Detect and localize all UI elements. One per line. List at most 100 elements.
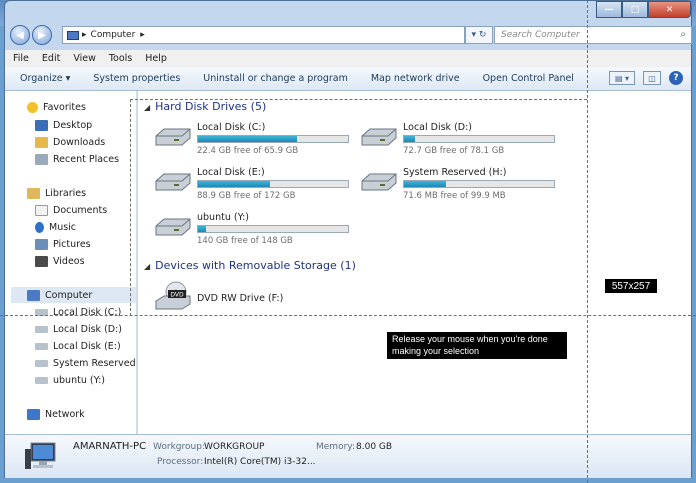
tooltip-line-2: making your selection xyxy=(392,346,480,356)
pictures-icon xyxy=(35,239,48,250)
drive-name: System Reserved (H:) xyxy=(403,167,507,178)
downloads-icon xyxy=(35,137,48,148)
computer-icon xyxy=(67,30,79,40)
nav-downloads-label: Downloads xyxy=(53,137,106,148)
nav-libraries-label: Libraries xyxy=(45,188,87,199)
selection-hint-tooltip: Release your mouse when you're done maki… xyxy=(387,332,567,359)
nav-network-label: Network xyxy=(45,409,85,420)
system-properties-button[interactable]: System properties xyxy=(93,73,180,84)
nav-videos[interactable]: Videos xyxy=(35,256,85,267)
workgroup-label: Workgroup: xyxy=(153,442,205,452)
nav-local-d[interactable]: Local Disk (D:) xyxy=(35,324,122,335)
drive-icon xyxy=(35,360,48,367)
nav-pictures-label: Pictures xyxy=(53,239,91,250)
menu-edit[interactable]: Edit xyxy=(42,53,60,64)
search-input[interactable]: Search Computer ⌕ xyxy=(494,26,692,44)
nav-local-e[interactable]: Local Disk (E:) xyxy=(35,341,121,352)
drive-usage-fill xyxy=(198,181,270,187)
dvd-drive-tile[interactable]: DVD DVD RW Drive (F:) xyxy=(154,281,354,317)
hard-disk-drives-group[interactable]: ◢ Hard Disk Drives (5) xyxy=(144,100,266,113)
nav-recent-label: Recent Places xyxy=(53,154,120,165)
nav-music-label: Music xyxy=(49,222,77,233)
menu-view[interactable]: View xyxy=(73,53,96,64)
drive-icon xyxy=(35,377,48,384)
close-button[interactable]: ✕ xyxy=(648,1,691,18)
collapse-arrow-icon: ◢ xyxy=(144,103,151,112)
preview-pane-icon[interactable]: ◫ xyxy=(643,71,661,85)
libraries-icon xyxy=(27,188,40,199)
forward-button[interactable]: ▶ xyxy=(32,25,52,45)
nav-computer[interactable]: Computer xyxy=(11,287,136,303)
organize-button[interactable]: Organize ▾ xyxy=(20,73,70,84)
processor-label: Processor: xyxy=(157,457,204,467)
nav-local-d-label: Local Disk (D:) xyxy=(53,324,122,335)
drive-free-space: 88.9 GB free of 172 GB xyxy=(197,191,296,201)
drive-usage-bar xyxy=(197,180,349,188)
nav-local-e-label: Local Disk (E:) xyxy=(53,341,121,352)
hard-drive-icon xyxy=(361,173,397,191)
breadcrumb-computer[interactable]: Computer xyxy=(91,30,136,40)
drive-tile[interactable]: Local Disk (C:) 22.4 GB free of 65.9 GB xyxy=(154,122,354,162)
open-control-panel-button[interactable]: Open Control Panel xyxy=(483,73,574,84)
processor-value: Intel(R) Core(TM) i3-32... xyxy=(204,457,316,467)
breadcrumb-arrow-end[interactable]: ▸ xyxy=(140,30,145,40)
nav-documents[interactable]: Documents xyxy=(35,205,107,216)
drive-icon xyxy=(35,343,48,350)
navigation-pane: Favorites Desktop Downloads Recent Place… xyxy=(5,91,153,434)
drive-usage-bar xyxy=(403,135,555,143)
drive-usage-fill xyxy=(198,136,297,142)
hard-drive-icon xyxy=(155,173,191,191)
menu-tools[interactable]: Tools xyxy=(109,53,132,64)
uninstall-program-button[interactable]: Uninstall or change a program xyxy=(203,73,348,84)
nav-network[interactable]: Network xyxy=(27,409,85,420)
drive-tile[interactable]: ubuntu (Y:) 140 GB free of 148 GB xyxy=(154,212,354,252)
drive-name: Local Disk (D:) xyxy=(403,122,472,133)
menu-file[interactable]: File xyxy=(13,53,29,64)
network-icon xyxy=(27,409,40,420)
change-view-icon[interactable]: ▤ ▾ xyxy=(609,71,635,85)
pc-name: AMARNATH-PC xyxy=(73,441,147,452)
back-button[interactable]: ◀ xyxy=(10,25,30,45)
drive-tile[interactable]: Local Disk (D:) 72.7 GB free of 78.1 GB xyxy=(360,122,560,162)
help-icon[interactable]: ? xyxy=(669,71,683,85)
hard-drive-icon xyxy=(155,128,191,146)
nav-recent[interactable]: Recent Places xyxy=(35,154,119,165)
nav-local-c[interactable]: Local Disk (C:) xyxy=(35,307,121,318)
memory-value: 8.00 GB xyxy=(356,442,393,452)
drive-usage-fill xyxy=(404,136,415,142)
nav-system-reserved[interactable]: System Reserved (H: xyxy=(35,358,153,369)
nav-desktop[interactable]: Desktop xyxy=(35,120,92,131)
drive-tile[interactable]: Local Disk (E:) 88.9 GB free of 172 GB xyxy=(154,167,354,207)
menu-help[interactable]: Help xyxy=(145,53,167,64)
drive-free-space: 71.6 MB free of 99.9 MB xyxy=(403,191,506,201)
search-icon[interactable]: ⌕ xyxy=(680,29,686,40)
drive-free-space: 140 GB free of 148 GB xyxy=(197,236,293,246)
map-network-drive-button[interactable]: Map network drive xyxy=(371,73,460,84)
workgroup-value: WORKGROUP xyxy=(204,442,265,452)
computer-icon xyxy=(27,289,40,301)
breadcrumb-arrow[interactable]: ▸ xyxy=(82,30,87,40)
nav-pictures[interactable]: Pictures xyxy=(35,239,91,250)
window-controls: — □ ✕ xyxy=(596,1,691,19)
tooltip-line-1: Release your mouse when you're done xyxy=(392,334,548,344)
command-bar: Organize ▾ System properties Uninstall o… xyxy=(5,67,691,91)
address-bar[interactable]: ▸ Computer ▸ xyxy=(62,26,465,44)
minimize-button[interactable]: — xyxy=(596,1,622,18)
nav-favorites[interactable]: Favorites xyxy=(27,102,86,113)
selection-crosshair-vertical xyxy=(587,0,588,483)
refresh-button[interactable]: ▾ ↻ xyxy=(465,26,493,44)
nav-downloads[interactable]: Downloads xyxy=(35,137,105,148)
removable-storage-group[interactable]: ◢ Devices with Removable Storage (1) xyxy=(144,259,356,272)
nav-music[interactable]: Music xyxy=(35,222,76,233)
nav-ubuntu[interactable]: ubuntu (Y:) xyxy=(35,375,105,386)
recent-places-icon xyxy=(35,154,48,165)
drive-name: Local Disk (E:) xyxy=(197,167,265,178)
nav-libraries[interactable]: Libraries xyxy=(27,188,86,199)
drive-free-space: 72.7 GB free of 78.1 GB xyxy=(403,146,505,156)
drive-tile[interactable]: System Reserved (H:) 71.6 MB free of 99.… xyxy=(360,167,560,207)
maximize-button[interactable]: □ xyxy=(622,1,648,18)
drive-usage-bar xyxy=(197,225,349,233)
desktop-icon xyxy=(35,120,48,131)
content-pane: ◢ Hard Disk Drives (5) Local Disk (C:) 22… xyxy=(138,91,691,434)
star-icon xyxy=(27,102,38,113)
